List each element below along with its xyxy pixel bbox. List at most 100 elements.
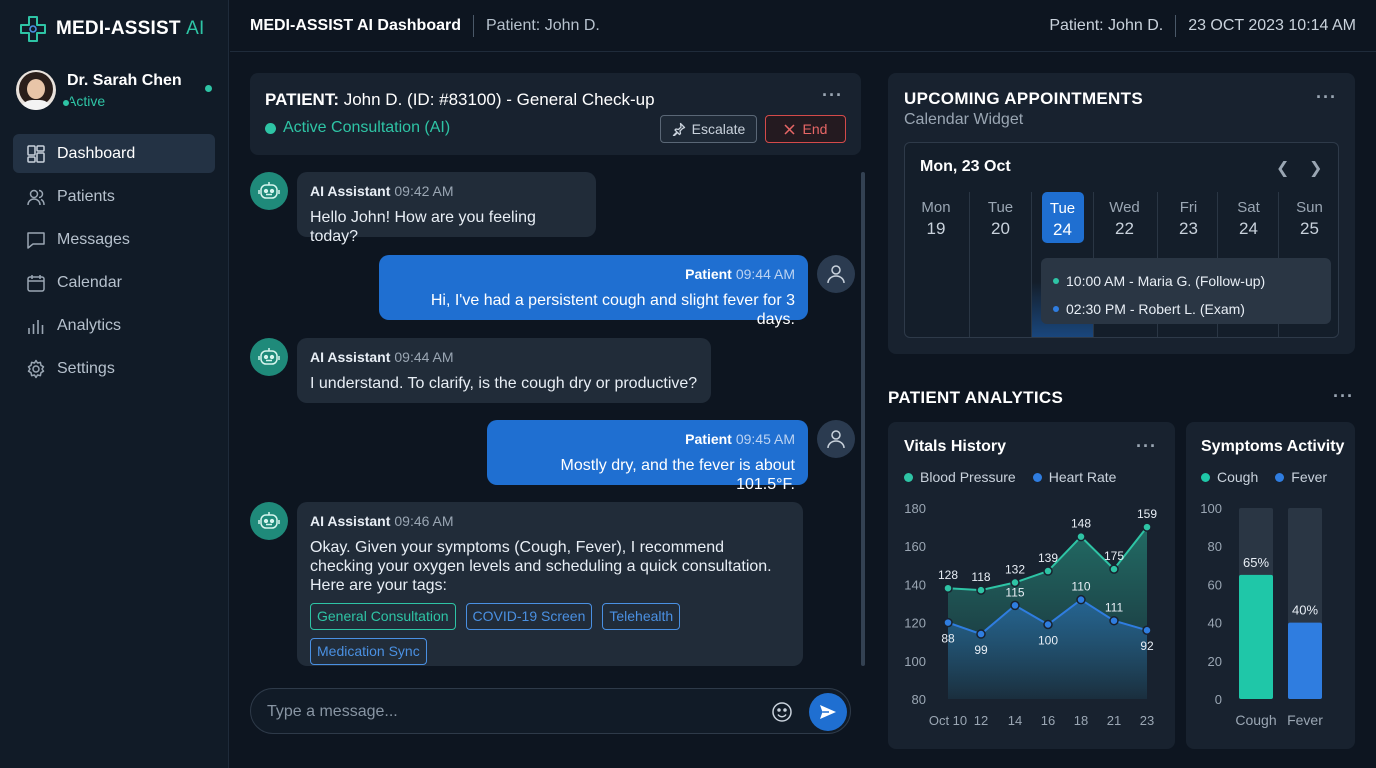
user-icon xyxy=(827,430,845,449)
user-status: Active xyxy=(67,92,106,109)
data-label: 99 xyxy=(974,643,988,657)
sidebar-item-settings[interactable]: Settings xyxy=(13,349,215,388)
sidebar-item-dashboard[interactable]: Dashboard xyxy=(13,134,215,173)
emoji-icon[interactable] xyxy=(771,701,793,723)
robot-icon xyxy=(258,182,280,199)
symptoms-activity-card: Symptoms Activity Cough Fever 0 20 40 60 80 1… xyxy=(1186,422,1355,749)
sidebar-item-label: Settings xyxy=(57,359,115,377)
pin-icon xyxy=(672,122,685,136)
app-logo[interactable]: MEDI-ASSIST AI xyxy=(18,14,205,44)
more-options-icon[interactable]: ··· xyxy=(822,85,843,106)
sidebar-item-label: Patients xyxy=(57,187,115,205)
x-tick-label: Cough xyxy=(1235,712,1276,728)
y-tick-label: 0 xyxy=(1215,692,1222,707)
message-input[interactable] xyxy=(267,701,747,723)
end-consultation-button[interactable]: End xyxy=(765,115,846,143)
ai-assistant-avatar xyxy=(250,502,288,540)
x-tick-label: 16 xyxy=(1041,713,1055,728)
sidebar-item-patients[interactable]: Patients xyxy=(13,177,215,216)
tag-covid-screen[interactable]: COVID-19 Screen xyxy=(465,603,593,630)
bar-value-label: 65% xyxy=(1243,555,1269,570)
data-point xyxy=(1043,619,1053,630)
user-profile[interactable]: Dr. Sarah Chen Active xyxy=(16,68,212,112)
y-tick-label: 160 xyxy=(904,539,926,554)
x-tick-label: Oct 10 xyxy=(929,713,967,728)
calendar-icon xyxy=(27,274,45,292)
robot-icon xyxy=(258,512,280,529)
x-tick-label: 12 xyxy=(974,713,988,728)
calendar-current-date: Mon, 23 Oct xyxy=(920,158,1011,175)
y-tick-label: 140 xyxy=(904,577,926,592)
appointments-title: UPCOMING APPOINTMENTS xyxy=(904,89,1143,108)
medical-cross-icon xyxy=(20,16,46,42)
data-label: 132 xyxy=(1005,562,1025,576)
more-options-icon[interactable]: ··· xyxy=(1333,386,1354,407)
sidebar-item-messages[interactable]: Messages xyxy=(13,220,215,259)
tag-telehealth[interactable]: Telehealth xyxy=(602,603,681,630)
sidebar-item-label: Dashboard xyxy=(57,144,136,162)
calendar-day[interactable]: Tue 20 xyxy=(969,192,1031,337)
settings-icon xyxy=(27,359,45,378)
data-label: 128 xyxy=(938,568,958,582)
data-point xyxy=(943,583,953,593)
sidebar-item-calendar[interactable]: Calendar xyxy=(13,263,215,302)
x-tick-label: 14 xyxy=(1008,713,1022,728)
chat-message: AI Assistant 09:46 AM Okay. Given your sy… xyxy=(297,502,803,666)
topbar: MEDI-ASSIST AI Dashboard Patient: John D… xyxy=(230,0,1376,52)
data-point xyxy=(1043,566,1053,576)
ai-assistant-avatar xyxy=(250,338,288,376)
consultation-title: PATIENT: John D. (ID: #83100) - General … xyxy=(265,90,655,109)
bar-value-label: 40% xyxy=(1292,603,1318,618)
data-label: 100 xyxy=(1038,634,1058,648)
y-tick-label: 80 xyxy=(912,692,926,707)
y-tick-label: 100 xyxy=(904,654,926,669)
tag-list: General Consultation COVID-19 Screen Tel… xyxy=(310,603,750,665)
calendar-day[interactable]: Mon 19 xyxy=(905,192,967,337)
presence-indicator xyxy=(61,98,71,108)
chat-message: Patient 09:45 AM Mostly dry, and the feve… xyxy=(487,420,808,493)
chevron-right-icon[interactable]: ❯ xyxy=(1309,158,1322,178)
send-button[interactable] xyxy=(809,693,847,731)
consultation-header: PATIENT: John D. (ID: #83100) - General … xyxy=(250,73,861,155)
bar xyxy=(1239,574,1273,699)
message-composer xyxy=(250,688,851,734)
sidebar-item-label: Analytics xyxy=(57,316,122,334)
patients-icon xyxy=(27,189,45,205)
page-title: MEDI-ASSIST AI Dashboard xyxy=(250,16,461,34)
sidebar-item-label: Calendar xyxy=(57,273,122,291)
sidebar-item-analytics[interactable]: Analytics xyxy=(13,306,215,345)
data-label: 118 xyxy=(971,570,990,584)
divider xyxy=(1175,14,1177,37)
vitals-history-card: Vitals History ··· Blood Pressure Heart … xyxy=(888,422,1175,749)
more-options-icon[interactable]: ··· xyxy=(1316,87,1337,108)
appointments-subtitle: Calendar Widget xyxy=(904,111,1024,128)
data-label: 92 xyxy=(1140,639,1154,653)
escalate-button[interactable]: Escalate xyxy=(660,115,757,143)
user-name: Dr. Sarah Chen xyxy=(67,71,182,89)
avatar xyxy=(16,70,56,110)
app-name: MEDI-ASSIST AI xyxy=(56,18,205,39)
appointment-item[interactable]: 10:00 AM - Maria G. (Follow-up) xyxy=(1053,267,1331,295)
status-dot xyxy=(265,122,276,134)
x-tick-label: 23 xyxy=(1140,713,1154,728)
chevron-left-icon[interactable]: ❮ xyxy=(1276,158,1289,178)
divider xyxy=(472,14,474,37)
tag-medication-sync[interactable]: Medication Sync xyxy=(310,638,427,665)
tag-general-consultation[interactable]: General Consultation xyxy=(310,603,456,630)
symptoms-chart: 0 20 40 60 80 100 65% Cough 40% Fever xyxy=(1200,501,1323,728)
appointment-item[interactable]: 02:30 PM - Robert L. (Exam) xyxy=(1053,295,1331,323)
chat-scrollbar[interactable] xyxy=(861,172,865,666)
data-point xyxy=(976,585,986,595)
data-label: 115 xyxy=(1005,585,1024,599)
y-tick-label: 20 xyxy=(1208,654,1222,669)
sidebar: MEDI-ASSIST AI Dr. Sarah Chen Active Das… xyxy=(0,0,229,768)
patient-avatar xyxy=(817,420,855,458)
robot-icon xyxy=(258,348,280,365)
x-tick-label: Fever xyxy=(1287,712,1323,728)
bar xyxy=(1288,622,1322,699)
sidebar-nav: Dashboard Patients Messages Calendar Ana… xyxy=(13,134,215,392)
close-icon xyxy=(784,123,795,135)
appointments-widget: UPCOMING APPOINTMENTS Calendar Widget ··… xyxy=(888,73,1355,354)
patient-avatar xyxy=(817,255,855,293)
header-patient: Patient: John D. xyxy=(1049,16,1164,34)
